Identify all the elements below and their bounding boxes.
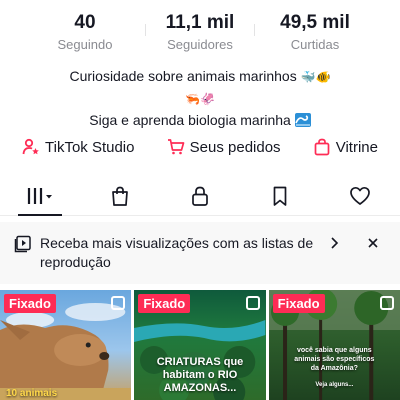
- video-caption-small: Veja alguns...: [315, 382, 354, 388]
- tab-videos[interactable]: [0, 176, 80, 216]
- grid-icon: [27, 187, 52, 204]
- followers-stat[interactable]: 11,1 mil Seguidores: [145, 12, 255, 52]
- pinned-badge: Fixado: [272, 294, 325, 313]
- banner-text: Receba mais visualizações com as listas …: [40, 235, 314, 270]
- lock-icon: [192, 186, 208, 206]
- active-tab-indicator: [18, 214, 62, 216]
- bag-icon: [112, 186, 128, 206]
- pinned-badge: Fixado: [138, 294, 191, 313]
- bio-text: Curiosidade sobre animais marinhos: [69, 68, 297, 84]
- likes-label: Curtidas: [290, 37, 340, 52]
- link-label: Vitrine: [335, 138, 378, 156]
- cart-icon: [167, 139, 185, 155]
- video-caption: você sabia que alguns animais são especí…: [294, 347, 375, 372]
- person-star-icon: [22, 138, 39, 155]
- tab-liked[interactable]: [320, 176, 400, 215]
- multi-photo-icon: [245, 296, 260, 310]
- profile-links: TikTok Studio Seus pedidos Vitrine: [0, 138, 400, 156]
- link-label: Seus pedidos: [189, 138, 281, 156]
- video-thumbnail[interactable]: Fixado CRIATURAS que habitam o RIO AMAZO…: [134, 290, 266, 400]
- playlist-banner[interactable]: Receba mais visualizações com as listas …: [0, 222, 400, 284]
- likes-count: 49,5 mil: [280, 12, 350, 33]
- tab-shop[interactable]: [80, 176, 160, 215]
- showcase-link[interactable]: Vitrine: [313, 138, 378, 156]
- following-stat[interactable]: 40 Seguindo: [30, 12, 140, 52]
- bio-line: Siga e aprenda biologia marinha: [0, 110, 400, 131]
- shrimp-squid-emoji: 🦐🦑: [185, 91, 215, 106]
- whale-fish-emoji: 🐳🐠: [300, 69, 331, 84]
- playlist-icon: [14, 235, 31, 253]
- followers-label: Seguidores: [167, 37, 233, 52]
- tab-saved[interactable]: [240, 176, 320, 215]
- multi-photo-icon: [379, 296, 394, 310]
- bio-line: Curiosidade sobre animais marinhos 🐳🐠: [0, 66, 400, 88]
- profile-stats: 40 Seguindo 11,1 mil Seguidores 49,5 mil…: [0, 12, 400, 52]
- profile-bio: Curiosidade sobre animais marinhos 🐳🐠 🦐🦑…: [0, 66, 400, 131]
- video-caption: CRIATURAS que habitam o RIO AMAZONAS...: [156, 356, 244, 394]
- orders-link[interactable]: Seus pedidos: [167, 138, 281, 156]
- likes-stat[interactable]: 49,5 mil Curtidas: [260, 12, 370, 52]
- video-caption: 10 animais: [6, 388, 58, 399]
- video-thumbnail[interactable]: Fixado 10 animais: [0, 290, 132, 400]
- multi-photo-icon: [111, 296, 126, 310]
- pinned-badge: Fixado: [4, 294, 56, 313]
- close-icon[interactable]: [366, 236, 380, 250]
- bio-line: 🦐🦑: [0, 88, 400, 110]
- video-thumbnail[interactable]: Fixado você sabia que alguns animais são…: [268, 290, 400, 400]
- wave-icon: [294, 112, 311, 127]
- following-label: Seguindo: [57, 37, 113, 52]
- profile-tabs: [0, 176, 400, 216]
- tiktok-studio-link[interactable]: TikTok Studio: [22, 138, 134, 156]
- bio-text: Siga e aprenda biologia marinha: [89, 111, 291, 128]
- bookmark-icon: [273, 186, 287, 206]
- stat-divider: [145, 24, 146, 36]
- heart-icon: [350, 186, 370, 205]
- video-grid: Fixado 10 animais Fixado CRIATURAS que h…: [0, 290, 400, 400]
- chevron-right-icon[interactable]: [328, 236, 340, 250]
- shopping-bag-icon: [314, 138, 330, 156]
- link-label: TikTok Studio: [45, 138, 135, 156]
- stat-divider: [254, 24, 255, 36]
- following-count: 40: [74, 12, 96, 33]
- tab-private[interactable]: [160, 176, 240, 215]
- followers-count: 11,1 mil: [165, 12, 235, 33]
